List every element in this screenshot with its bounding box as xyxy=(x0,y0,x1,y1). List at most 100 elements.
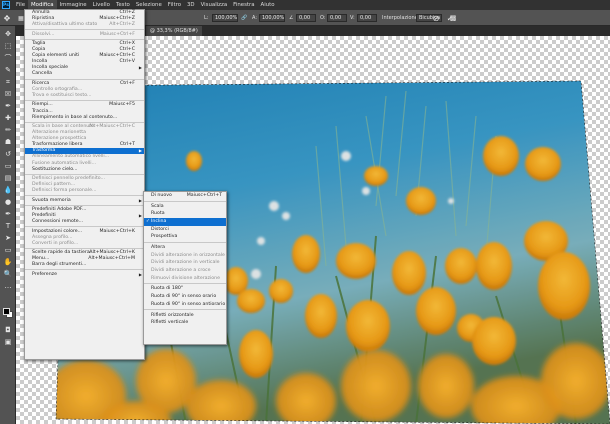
frame-tool-icon[interactable]: ☒ xyxy=(3,90,13,99)
transform-item-ruota-di-90-in-senso-antiorario[interactable]: Ruota di 90° in senso antiorario xyxy=(144,301,226,309)
transform-item-dividi-alterazione-in-verticale[interactable]: Dividi alterazione in verticale xyxy=(144,259,226,267)
menu-item-label: Ricerca xyxy=(32,80,50,86)
edit-menu: Annulla Ctrl+Z Ripristina Maiusc+Ctrl+Z Atti… xyxy=(24,9,145,360)
hskew-field[interactable]: 0,00 xyxy=(327,14,347,22)
eraser-tool-icon[interactable]: ▭ xyxy=(3,162,13,171)
history-brush-tool-icon[interactable]: ↺ xyxy=(3,150,13,159)
healing-brush-tool-icon[interactable]: ✚ xyxy=(3,114,13,123)
path-selection-tool-icon[interactable]: ➤ xyxy=(3,234,13,243)
menu-finestra[interactable]: Finestra xyxy=(230,0,257,10)
menu-item-label: Riempi... xyxy=(32,102,53,108)
transform-item-distorci[interactable]: Distorci xyxy=(144,226,226,234)
clone-stamp-tool-icon[interactable]: ☗ xyxy=(3,138,13,147)
dodge-tool-icon[interactable]: ● xyxy=(3,198,13,207)
zoom-tool-icon[interactable]: 🔍 xyxy=(3,270,13,279)
transform-submenu: Di nuovoMaiusc+Ctrl+TScalaRuotaInclinaDi… xyxy=(143,191,227,345)
menu-item-label: Inclina xyxy=(151,219,167,225)
menu-aiuto[interactable]: Aiuto xyxy=(258,0,278,10)
h-label: A: xyxy=(252,15,258,21)
eyedropper-tool-icon[interactable]: ✒ xyxy=(3,102,13,111)
menu-separator xyxy=(25,226,144,228)
menu-filtro[interactable]: Filtro xyxy=(165,0,184,10)
menu-item-label: Distorci xyxy=(151,226,169,232)
menu-separator xyxy=(25,121,144,123)
menu-item-dissolvi[interactable]: Dissolvi... Maiusc+Ctrl+F xyxy=(25,32,144,38)
menu-item-label: Predefiniti Adobe PDF... xyxy=(32,207,87,212)
transform-item-dividi-alterazione-in-orizzontale[interactable]: Dividi alterazione in orizzontale xyxy=(144,252,226,260)
menu-item-definisci-forma-personale[interactable]: Definisci forma personale... xyxy=(25,188,144,194)
menu-item-preferenze[interactable]: Preferenze ▶ xyxy=(25,272,144,278)
lasso-tool-icon[interactable]: ⌒ xyxy=(3,54,13,63)
blur-tool-icon[interactable]: 💧 xyxy=(3,186,13,195)
quick-mask-icon[interactable]: ◘ xyxy=(3,326,13,335)
transform-item-prospettiva[interactable]: Prospettiva xyxy=(144,233,226,241)
menu-separator xyxy=(25,195,144,197)
menu-item-label: Assegna profilo... xyxy=(32,234,73,240)
submenu-arrow-icon: ▶ xyxy=(138,271,142,277)
menu-item-label: Cancella xyxy=(32,71,53,77)
menu-item-label: Di nuovo xyxy=(151,193,172,198)
hand-tool-icon[interactable]: ✋ xyxy=(3,258,13,267)
transform-item-ruota[interactable]: Ruota xyxy=(144,210,226,218)
interpolation-label: Interpolazione: xyxy=(382,15,420,21)
menu-item-svuota-memoria[interactable]: Svuota memoria ▶ xyxy=(25,198,144,204)
width-field[interactable]: 100,00% xyxy=(212,14,238,22)
transform-item-ruota-di-180[interactable]: Ruota di 180° xyxy=(144,285,226,293)
move-tool-icon[interactable]: ✥ xyxy=(2,13,12,23)
commit-transform-icon[interactable]: ✓ xyxy=(445,13,455,23)
crop-tool-icon[interactable]: ⌗ xyxy=(3,78,13,87)
menu-item-label: Trasforma xyxy=(32,148,56,154)
transform-item-rimuovi-divisione-alterazione[interactable]: Rimuovi divisione alterazione xyxy=(144,275,226,283)
transform-item-scala[interactable]: Scala xyxy=(144,203,226,211)
move-tool-icon[interactable]: ✥ xyxy=(3,30,13,39)
rectangle-tool-icon[interactable]: ▭ xyxy=(3,246,13,255)
menu-visualizza[interactable]: Visualizza xyxy=(198,0,231,10)
screen-mode-icon[interactable]: ▣ xyxy=(3,338,13,347)
menu-item-connessioni-remote[interactable]: Connessioni remote... xyxy=(25,219,144,225)
transform-item-altera[interactable]: Altera xyxy=(144,244,226,252)
gradient-tool-icon[interactable]: ▤ xyxy=(3,174,13,183)
menu-item-sostituzione-cielo[interactable]: Sostituzione cielo... xyxy=(25,167,144,173)
menu-3d[interactable]: 3D xyxy=(184,0,198,10)
menu-separator xyxy=(25,173,144,176)
menu-item-barra-degli-strumenti[interactable]: Barra degli strumenti... xyxy=(25,262,144,268)
transform-item-dividi-alterazione-a-croce[interactable]: Dividi alterazione a croce xyxy=(144,267,226,275)
quick-selection-tool-icon[interactable]: ✎ xyxy=(3,66,13,75)
marquee-tool-icon[interactable]: ⬚ xyxy=(3,42,13,51)
brush-tool-icon[interactable]: ✏ xyxy=(3,126,13,135)
menu-item-label: Preferenze xyxy=(32,271,58,277)
document-tab[interactable]: @ 33,3% (RGB/8#) × xyxy=(146,26,202,44)
foreground-color-swatch[interactable] xyxy=(3,308,10,315)
menu-separator xyxy=(25,78,144,80)
menu-item-trova-e-sostituisci-testo[interactable]: Trova e sostituisci testo... xyxy=(25,93,144,99)
menu-item-attiva-disattiva-ultimo-stato[interactable]: Attiva/disattiva ultimo stato Alt+Ctrl+Z xyxy=(25,22,144,28)
menu-item-cancella[interactable]: Cancella xyxy=(25,71,144,77)
transform-item-inclina[interactable]: Inclina xyxy=(144,218,226,226)
angle-field[interactable]: 0,00 xyxy=(296,14,316,22)
cancel-transform-icon[interactable]: ⊘ xyxy=(431,13,441,23)
menu-separator xyxy=(25,269,144,271)
menu-item-label: Barra degli strumenti... xyxy=(32,262,87,268)
transform-item-ruota-di-90-in-senso-orario[interactable]: Ruota di 90° in senso orario xyxy=(144,293,226,301)
transform-item-rifletti-orizzontale[interactable]: Rifletti orizzontale xyxy=(144,312,226,320)
menu-item-label: Dividi alterazione in verticale xyxy=(151,260,220,266)
link-icon[interactable]: 🔗 xyxy=(241,14,247,22)
menu-item-label: Svuota memoria xyxy=(32,197,71,203)
transform-item-di-nuovo[interactable]: Di nuovo Maiusc+Ctrl+T xyxy=(144,192,226,200)
menu-item-riempimento-in-base-al-contenuto[interactable]: Riempimento in base al contenuto... xyxy=(25,115,144,121)
type-tool-icon[interactable]: T xyxy=(3,222,13,231)
vskew-field[interactable]: 0,00 xyxy=(357,14,377,22)
angle-icon: ∠ xyxy=(289,15,294,21)
more-tools-icon[interactable]: … xyxy=(3,282,13,291)
menu-item-label: Ruota di 180° xyxy=(151,286,184,292)
menu-separator xyxy=(25,204,144,206)
pen-tool-icon[interactable]: ✒ xyxy=(3,210,13,219)
menu-item-converti-in-profilo[interactable]: Converti in profilo... xyxy=(25,241,144,247)
submenu-arrow-icon: ▶ xyxy=(138,197,142,203)
menu-item-label: Scelte rapide da tastiera... xyxy=(32,250,95,256)
height-field[interactable]: 100,00% xyxy=(259,14,285,22)
transform-item-rifletti-verticale[interactable]: Rifletti verticale xyxy=(144,319,226,327)
menu-separator xyxy=(25,38,144,40)
menu-item-label: Predefiniti xyxy=(32,213,56,219)
tools-panel: ✥ ⬚ ⌒ ✎ ⌗ ☒ ✒ ✚ ✏ ☗ ↺ ▭ ▤ 💧 ● ✒ T ➤ ▭ ✋ … xyxy=(0,26,16,424)
